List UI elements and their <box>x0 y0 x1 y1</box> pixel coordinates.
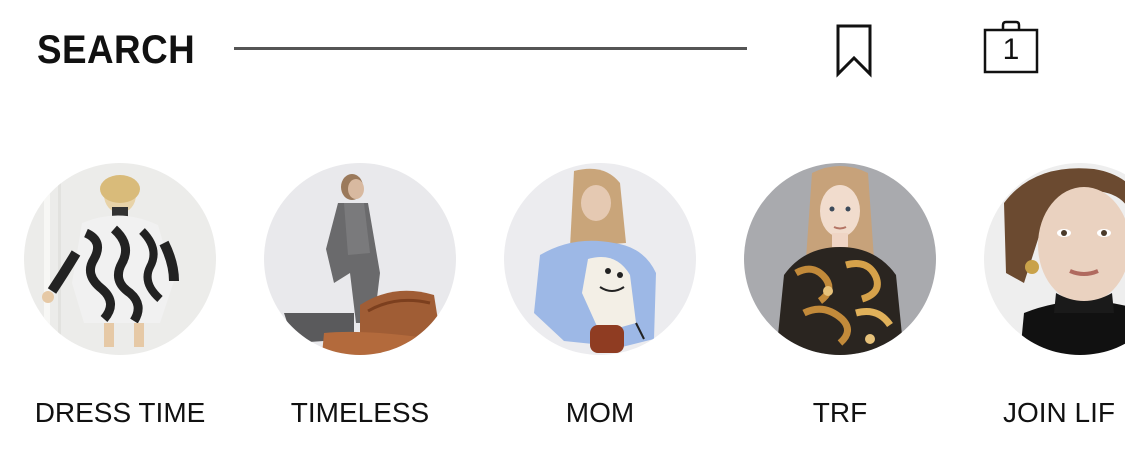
category-image-join-lif <box>984 163 1125 355</box>
category-image-timeless <box>264 163 456 355</box>
category-image-trf <box>744 163 936 355</box>
bookmark-icon <box>836 24 872 78</box>
category-label: TRF <box>812 397 868 428</box>
category-label: DRESS TIME <box>34 397 206 428</box>
category-label: TIMELESS <box>290 397 430 428</box>
bookmark-button[interactable] <box>832 22 878 78</box>
category-item-trf[interactable]: TRF <box>730 155 950 445</box>
search-title[interactable]: SEARCH <box>37 26 195 74</box>
bag-count-badge: 1 <box>1002 33 1020 66</box>
category-item-join-lif[interactable]: JOIN LIF <box>970 155 1125 445</box>
category-item-timeless[interactable]: TIMELESS <box>250 155 470 445</box>
category-image-mom <box>504 163 696 355</box>
category-image-dress-time <box>24 163 216 355</box>
category-label: MOM <box>565 397 635 428</box>
category-carousel[interactable]: DRESS TIME TIMELESS MOM TRF JOIN LIF <box>0 155 1125 455</box>
header: SEARCH 1 <box>0 0 1125 100</box>
category-item-mom[interactable]: MOM <box>490 155 710 445</box>
shopping-bag-button[interactable]: 1 <box>980 19 1042 75</box>
category-item-dress-time[interactable]: DRESS TIME <box>10 155 230 445</box>
category-label: JOIN LIF <box>1003 397 1116 428</box>
search-input-underline[interactable] <box>234 47 747 50</box>
